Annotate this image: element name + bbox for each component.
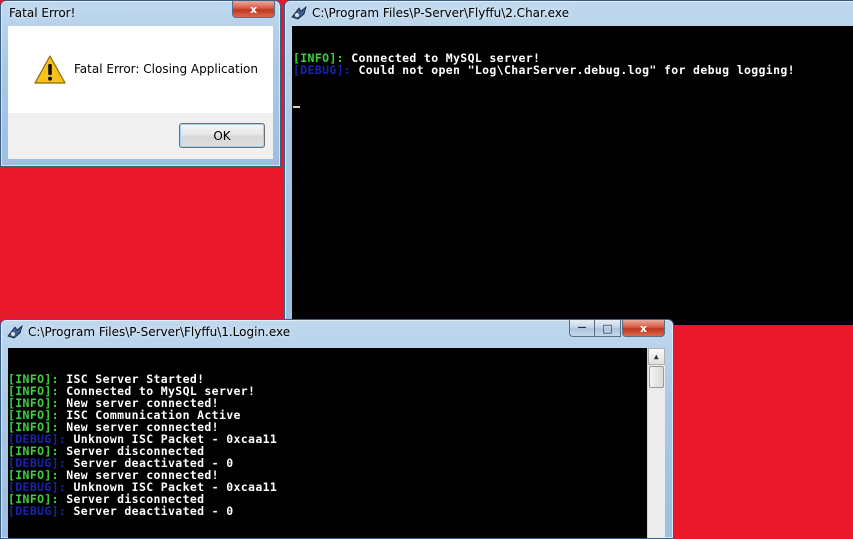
char-console-lines: [INFO]: Connected to MySQL server! [DEBUG… bbox=[293, 52, 853, 76]
console-message: Could not open "Log\CharServer.debug.log… bbox=[351, 63, 795, 77]
ok-button[interactable]: OK bbox=[179, 123, 265, 148]
minimize-button[interactable]: — bbox=[569, 320, 595, 337]
dialog-message-area: Fatal Error: Closing Application bbox=[8, 26, 273, 113]
app-icon bbox=[7, 324, 23, 339]
maximize-button[interactable]: □ bbox=[595, 320, 621, 337]
console-cursor-line bbox=[293, 100, 853, 112]
console-line: [DEBUG]: Server deactivated - 0 bbox=[8, 505, 665, 517]
fatal-error-dialog: Fatal Error! x Fatal Error: Closing Appl… bbox=[0, 0, 281, 167]
login-console-lines: [INFO]: ISC Server Started! [INFO]: Conne… bbox=[8, 373, 665, 517]
char-server-window: C:\Program Files\P-Server\Flyffu\2.Char.… bbox=[284, 0, 853, 326]
char-window-titlebar[interactable]: C:\Program Files\P-Server\Flyffu\2.Char.… bbox=[285, 1, 853, 25]
dialog-body: Fatal Error: Closing Application OK bbox=[8, 26, 273, 159]
char-console[interactable]: [INFO]: Connected to MySQL server! [DEBUG… bbox=[292, 26, 853, 325]
debug-tag: [DEBUG]: bbox=[8, 504, 67, 518]
app-icon bbox=[291, 5, 307, 20]
close-icon: x bbox=[249, 2, 258, 16]
close-icon: x bbox=[639, 321, 648, 335]
login-console[interactable]: [INFO]: ISC Server Started! [INFO]: Conne… bbox=[8, 348, 665, 538]
console-message: Server deactivated - 0 bbox=[66, 504, 234, 518]
maximize-icon: □ bbox=[602, 321, 613, 335]
vertical-scrollbar[interactable]: ▲ bbox=[647, 348, 665, 538]
login-close-button[interactable]: x bbox=[622, 320, 665, 337]
minimize-icon: — bbox=[577, 323, 587, 333]
chevron-up-icon: ▲ bbox=[653, 351, 660, 361]
login-server-window: C:\Program Files\P-Server\Flyffu\1.Login… bbox=[0, 319, 674, 539]
login-window-title: C:\Program Files\P-Server\Flyffu\1.Login… bbox=[28, 325, 291, 339]
text-cursor bbox=[293, 106, 300, 108]
dialog-close-button[interactable]: x bbox=[232, 1, 275, 18]
warning-icon bbox=[34, 55, 66, 84]
dialog-message: Fatal Error: Closing Application bbox=[74, 62, 258, 76]
scroll-up-button[interactable]: ▲ bbox=[648, 348, 665, 365]
console-line: [DEBUG]: Could not open "Log\CharServer.… bbox=[293, 64, 853, 76]
scroll-thumb[interactable] bbox=[649, 366, 664, 388]
debug-tag: [DEBUG]: bbox=[293, 63, 352, 77]
dialog-title: Fatal Error! bbox=[9, 6, 76, 20]
char-window-title: C:\Program Files\P-Server\Flyffu\2.Char.… bbox=[312, 6, 569, 20]
